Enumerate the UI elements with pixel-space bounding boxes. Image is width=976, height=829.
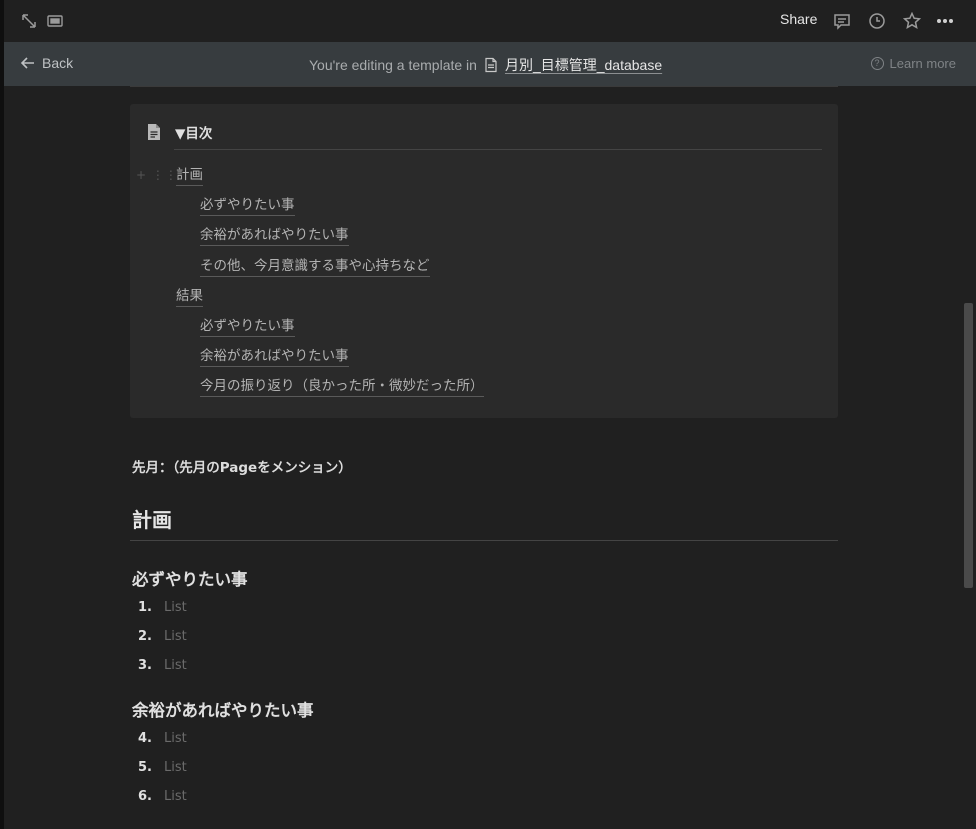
list-item[interactable]: 2. List: [138, 629, 187, 644]
list-number: 6.: [138, 789, 152, 804]
clock-icon[interactable]: [868, 12, 886, 30]
toc-item-keikaku[interactable]: 計画: [176, 166, 203, 186]
database-link[interactable]: 月別_目標管理_database: [505, 55, 662, 75]
list-placeholder: List: [164, 760, 187, 775]
list-number: 1.: [138, 600, 152, 615]
toc-item-review[interactable]: 今月の振り返り（良かった所・微妙だった所）: [200, 377, 484, 397]
list-placeholder: List: [164, 600, 187, 615]
list-item[interactable]: 5. List: [138, 760, 187, 775]
toc-item-kekka[interactable]: 結果: [176, 287, 203, 307]
help-icon: ?: [870, 57, 884, 70]
divider: [130, 86, 838, 87]
toc-item-other[interactable]: その他、今月意識する事や心持ちなど: [200, 257, 430, 277]
learn-more-link[interactable]: ? Learn more: [870, 56, 956, 71]
comment-icon[interactable]: [833, 12, 851, 30]
list-number: 3.: [138, 658, 152, 673]
list-item[interactable]: 1. List: [138, 600, 187, 615]
share-button[interactable]: Share: [780, 11, 817, 27]
document-icon: [146, 123, 162, 141]
learn-more-label: Learn more: [889, 56, 956, 71]
list-item[interactable]: 6. List: [138, 789, 187, 804]
scrollbar[interactable]: [964, 303, 973, 588]
app-frame: Share Back You're editing a template in …: [4, 0, 976, 829]
toc-item-must[interactable]: 必ずやりたい事: [200, 196, 295, 216]
editing-text: You're editing a template in: [309, 57, 477, 73]
drag-handle-icon[interactable]: + ⋮⋮: [136, 168, 178, 182]
subheading-optional: 余裕があればやりたい事: [132, 701, 314, 720]
subheading-must: 必ずやりたい事: [132, 570, 248, 589]
toc-toggle-title[interactable]: ▼目次: [175, 122, 212, 142]
list-item[interactable]: 3. List: [138, 658, 187, 673]
back-label: Back: [42, 55, 74, 71]
list-number: 5.: [138, 760, 152, 775]
page-icon: [485, 57, 497, 73]
toc-item-must-result[interactable]: 必ずやりたい事: [200, 317, 295, 337]
arrow-left-icon: [20, 57, 34, 69]
list-placeholder: List: [164, 789, 187, 804]
more-icon[interactable]: [936, 12, 954, 30]
section-heading-keikaku: 計画: [132, 508, 172, 532]
list-placeholder: List: [164, 658, 187, 673]
list-placeholder: List: [164, 731, 187, 746]
heading-divider: [130, 540, 838, 541]
list-item[interactable]: 4. List: [138, 731, 187, 746]
toc-item-optional[interactable]: 余裕があればやりたい事: [200, 226, 349, 246]
template-info: You're editing a template in 月別_目標管理_dat…: [309, 55, 662, 75]
previous-month-mention[interactable]: 先月：（先月のPageをメンション）: [132, 456, 352, 476]
peek-mode-icon[interactable]: [46, 12, 64, 30]
list-placeholder: List: [164, 629, 187, 644]
template-banner: Back You're editing a template in 月別_目標管…: [4, 42, 976, 86]
back-button[interactable]: Back: [20, 55, 73, 71]
toc-callout: ▼目次 + ⋮⋮ 計画 必ずやりたい事 余裕があればやりたい事 その他、今月意識…: [130, 104, 838, 418]
expand-icon[interactable]: [20, 12, 38, 30]
list-number: 2.: [138, 629, 152, 644]
toc-divider: [174, 149, 822, 150]
toc-item-optional-result[interactable]: 余裕があればやりたい事: [200, 347, 349, 367]
star-icon[interactable]: [903, 12, 921, 30]
top-bar: Share: [4, 0, 976, 42]
list-number: 4.: [138, 731, 152, 746]
